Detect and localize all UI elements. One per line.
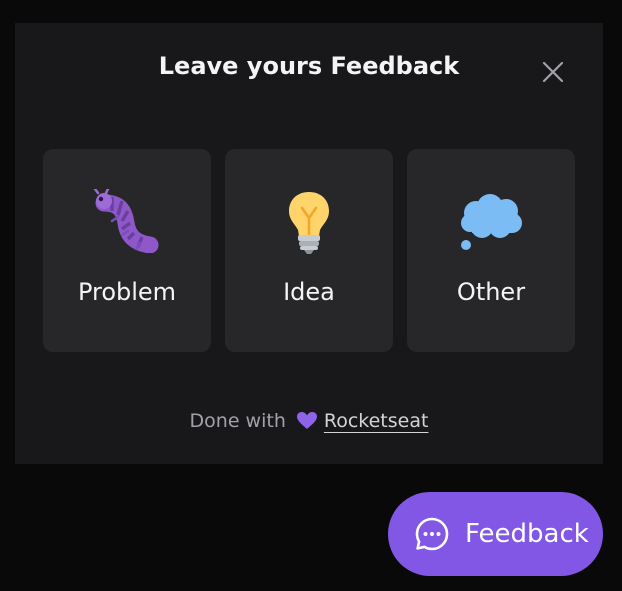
lightbulb-icon: [289, 192, 329, 254]
feedback-widget: Leave yours Feedback Problem Idea Other …: [15, 23, 603, 464]
feedback-type-idea[interactable]: Idea: [225, 149, 393, 352]
feedback-button-label: Feedback: [465, 519, 589, 549]
bug-icon: [93, 189, 159, 253]
feedback-button[interactable]: Feedback: [388, 492, 603, 576]
purple-heart-icon: [296, 412, 317, 429]
feedback-type-problem[interactable]: Problem: [43, 149, 211, 352]
rocketseat-link[interactable]: Rocketseat: [324, 410, 429, 432]
footer-prefix: Done with: [189, 410, 286, 432]
feedback-type-other[interactable]: Other: [407, 149, 575, 352]
widget-title: Leave yours Feedback: [158, 52, 460, 80]
feedback-type-label: Idea: [283, 278, 335, 306]
feedback-type-label: Problem: [77, 278, 177, 306]
close-button[interactable]: [541, 60, 565, 84]
close-icon: [542, 61, 564, 83]
chat-bubble-icon: [415, 517, 449, 551]
feedback-type-label: Other: [456, 278, 526, 306]
thought-balloon-icon: [461, 194, 522, 250]
widget-footer: Done with Rocketseat: [15, 409, 603, 433]
